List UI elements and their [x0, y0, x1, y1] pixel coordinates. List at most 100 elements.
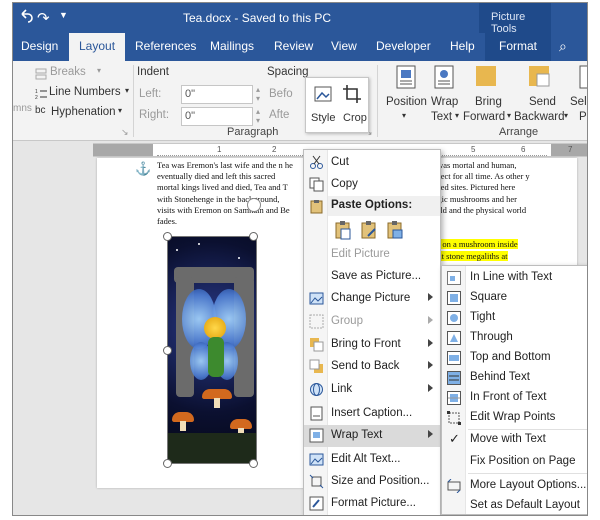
star [238, 257, 240, 259]
menu-edit-picture[interactable]: Edit Picture [304, 244, 440, 266]
wrap-top-and-bottom[interactable]: Top and Bottom [442, 348, 587, 368]
menu-format-picture[interactable]: Format Picture... [304, 493, 440, 515]
tab-format[interactable]: Format [485, 33, 552, 61]
redo-icon[interactable]: ↷ [37, 9, 50, 27]
tab-review[interactable]: Review [274, 39, 313, 53]
tight-wrap-icon [447, 311, 461, 325]
position-dropdown-icon[interactable]: ▾ [402, 111, 406, 120]
paste-picture-icon[interactable] [386, 220, 404, 240]
line-numbers-dropdown-icon[interactable]: ▾ [125, 86, 129, 95]
menu-edit-alt-text[interactable]: Edit Alt Text... [304, 449, 440, 471]
wrap-set-as-default-layout[interactable]: Set as Default Layout [442, 496, 587, 515]
tab-design[interactable]: Design [21, 39, 58, 53]
wrap-fix-position-on-page[interactable]: Fix Position on Page [442, 452, 587, 472]
fairy-picture[interactable] [167, 236, 257, 464]
tab-view[interactable]: View [331, 39, 357, 53]
breaks-dropdown-icon[interactable]: ▾ [97, 66, 101, 75]
document-highlighted-text[interactable]: ting on a mushroom inside giant stone me… [427, 238, 537, 262]
wrap-in-front-of-text[interactable]: In Front of Text [442, 388, 587, 408]
wrap-move-with-text[interactable]: ✓ Move with Text [442, 430, 587, 450]
menu-change-picture[interactable]: Change Picture [304, 288, 440, 310]
menu-save-as-picture[interactable]: Save as Picture... [304, 266, 440, 288]
menu-wrap-text[interactable]: Wrap Text [304, 425, 440, 447]
menu-label: Bring to Front [331, 338, 401, 350]
wrap-square[interactable]: Square [442, 288, 587, 308]
star [176, 249, 178, 251]
resize-handle[interactable] [249, 459, 258, 468]
menu-label: Wrap Text [331, 429, 383, 441]
ruler-mark: 1 [217, 145, 222, 154]
selection-pane-button-line1[interactable]: Sele [570, 96, 587, 108]
menu-label: Behind Text [470, 371, 530, 383]
menu-label: Tight [470, 311, 496, 323]
indent-right-input[interactable]: 0" [181, 107, 253, 126]
resize-handle[interactable] [249, 232, 258, 241]
star [198, 243, 200, 245]
menu-copy[interactable]: Copy [304, 174, 440, 196]
bring-forward-button-line1[interactable]: Bring [475, 96, 502, 108]
resize-handle[interactable] [163, 232, 172, 241]
bring-forward-dropdown-icon[interactable]: ▾ [507, 111, 511, 120]
menu-label: Top and Bottom [470, 351, 551, 363]
context-menu: Cut Copy Paste Options: Edit Picture Sav… [303, 149, 441, 515]
copy-icon [309, 177, 324, 192]
wrap-through[interactable]: Through [442, 328, 587, 348]
menu-size-and-position[interactable]: Size and Position... [304, 471, 440, 493]
wrap-in-line-with-text[interactable]: In Line with Text [442, 268, 587, 288]
paste-keep-formatting-icon[interactable] [334, 220, 352, 240]
wrap-text-button-line1[interactable]: Wrap [431, 96, 458, 108]
paste-merge-formatting-icon[interactable] [360, 220, 378, 240]
undo-icon[interactable] [19, 9, 33, 23]
breaks-button[interactable]: Breaks [50, 66, 86, 78]
menu-insert-caption[interactable]: Insert Caption... [304, 403, 440, 425]
document-text-right[interactable]: he was mortal and human, protect for all… [427, 160, 537, 216]
send-backward-button-line2[interactable]: Backward [514, 111, 565, 123]
selection-pane-button-line2[interactable]: P [579, 111, 587, 123]
tab-mailings[interactable]: Mailings [210, 39, 254, 53]
document-text-left[interactable]: Tea was Eremon's last wife and the n he … [157, 160, 297, 227]
menu-send-to-back[interactable]: Send to Back [304, 356, 440, 378]
tell-me-search-icon[interactable]: ⌕ [559, 38, 567, 55]
tab-references[interactable]: References [135, 39, 196, 53]
indent-right-spinner[interactable]: ▴ ▾ [256, 107, 260, 125]
hyphenation-button[interactable]: Hyphenation [51, 106, 116, 118]
indent-left-spinner[interactable]: ▴ ▾ [256, 85, 260, 103]
resize-handle[interactable] [163, 346, 172, 355]
change-picture-icon [309, 292, 324, 305]
menu-bring-to-front[interactable]: Bring to Front [304, 334, 440, 356]
send-backward-dropdown-icon[interactable]: ▾ [564, 111, 568, 120]
customize-qat-icon[interactable]: ▼ [59, 10, 68, 20]
anchor-icon[interactable]: ⚓ [135, 161, 151, 177]
position-button[interactable]: Position [386, 96, 427, 108]
menu-label: In Line with Text [470, 271, 553, 283]
wrap-text-icon [434, 65, 454, 89]
crop-label[interactable]: Crop [343, 112, 367, 124]
page-setup-launcher-icon[interactable]: ↘ [121, 127, 129, 138]
mushroom-stem [180, 421, 186, 431]
indent-left-input[interactable]: 0" [181, 85, 253, 104]
bring-forward-button-line2[interactable]: Forward [463, 111, 505, 123]
rotate-handle-icon[interactable] [247, 198, 261, 212]
style-label[interactable]: Style [311, 112, 335, 124]
menu-cut[interactable]: Cut [304, 152, 440, 174]
wrap-text-button-line2[interactable]: Text [431, 111, 452, 123]
hyphenation-dropdown-icon[interactable]: ▾ [118, 106, 122, 115]
line-numbers-button[interactable]: Line Numbers [49, 86, 121, 98]
crop-icon[interactable] [342, 84, 362, 104]
wrap-behind-text[interactable]: Behind Text [442, 368, 587, 388]
wrap-edit-wrap-points[interactable]: Edit Wrap Points [442, 408, 587, 428]
wrap-text-dropdown-icon[interactable]: ▾ [455, 111, 459, 120]
wrap-tight[interactable]: Tight [442, 308, 587, 328]
menu-group[interactable]: Group [304, 311, 440, 333]
picture-style-icon[interactable] [314, 84, 334, 104]
resize-handle[interactable] [163, 459, 172, 468]
menu-link[interactable]: Link [304, 379, 440, 401]
spacing-after-label: Afte [269, 109, 290, 121]
tab-developer[interactable]: Developer [376, 39, 431, 53]
send-backward-button-line1[interactable]: Send [529, 96, 556, 108]
tab-layout[interactable]: Layout [69, 33, 126, 61]
ruler-mark: 2 [272, 145, 277, 154]
wrap-more-layout-options[interactable]: More Layout Options... [442, 476, 587, 496]
send-backward-icon [529, 66, 550, 87]
tab-help[interactable]: Help [450, 39, 475, 53]
